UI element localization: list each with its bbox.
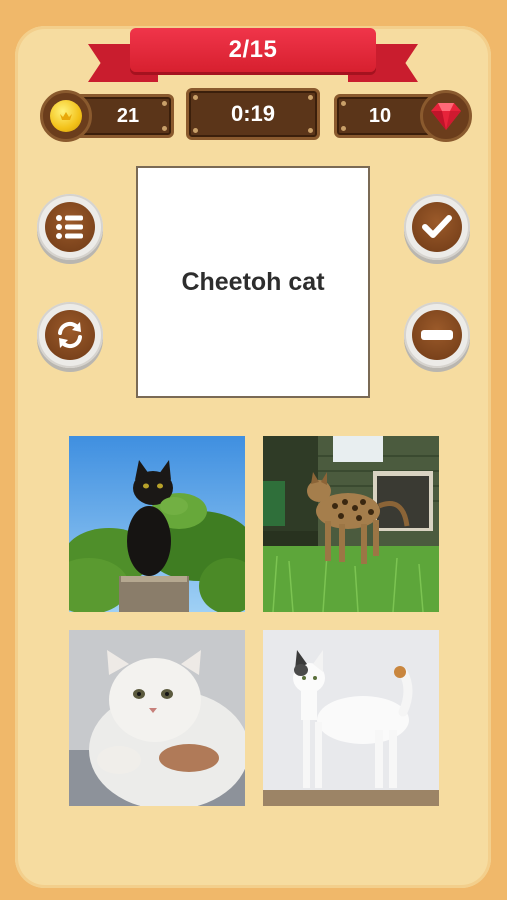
ribbon-banner: 2/15 xyxy=(130,28,376,72)
remove-button[interactable] xyxy=(404,302,470,368)
refresh-icon xyxy=(58,321,82,349)
target-word: Cheetoh cat xyxy=(181,267,325,296)
persian-cat-photo xyxy=(69,630,245,806)
photo-option-2[interactable] xyxy=(263,436,439,612)
gem-icon-frame xyxy=(420,90,472,142)
coin-icon-frame xyxy=(40,90,92,142)
refresh-button[interactable] xyxy=(37,302,103,368)
coin-icon xyxy=(50,100,82,132)
photo-option-3[interactable] xyxy=(69,630,245,806)
timer-value: 0:19 xyxy=(230,101,276,126)
photo-option-4[interactable] xyxy=(263,630,439,806)
minus-icon xyxy=(421,330,453,340)
progress-ribbon: 2/15 xyxy=(88,22,418,84)
spotted-cat-photo xyxy=(263,436,439,612)
black-cat-photo xyxy=(69,436,245,612)
white-cat-photo xyxy=(263,630,439,806)
progress-label: 2/15 xyxy=(228,36,278,63)
gems-value: 10 xyxy=(368,104,392,127)
photo-option-1[interactable] xyxy=(69,436,245,612)
timer-display: 0:19 xyxy=(186,88,320,140)
coins-value: 21 xyxy=(116,104,140,127)
word-card: Cheetoh cat xyxy=(136,166,370,398)
gem-icon xyxy=(431,103,461,130)
list-button[interactable] xyxy=(37,194,103,260)
confirm-button[interactable] xyxy=(404,194,470,260)
list-icon xyxy=(56,215,83,239)
checkmark-icon xyxy=(422,215,452,238)
